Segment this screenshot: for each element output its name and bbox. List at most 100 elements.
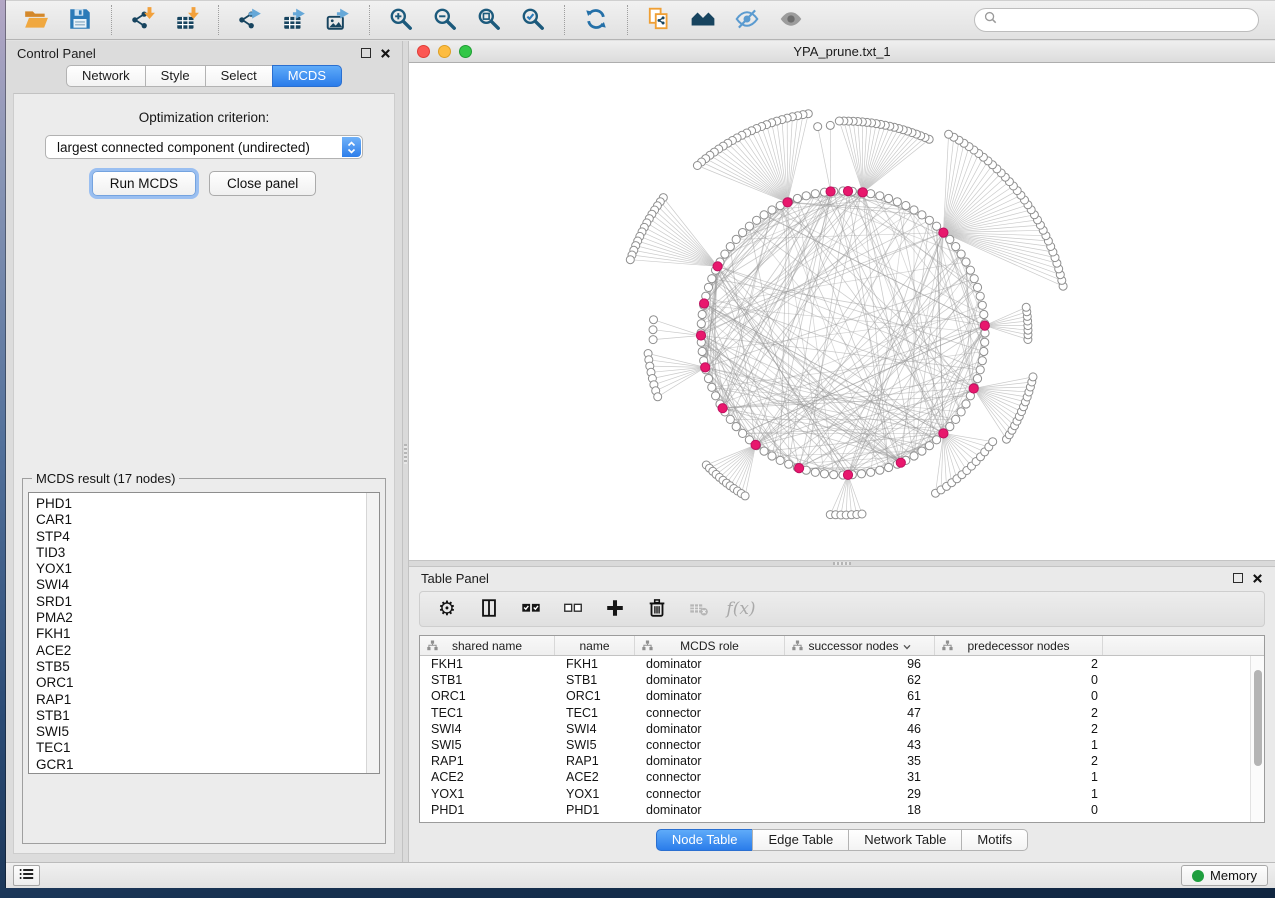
task-history-button[interactable] — [13, 865, 40, 886]
deselect-all-button[interactable] — [559, 595, 587, 623]
mcds-result-item[interactable]: STB5 — [36, 659, 379, 675]
search-input[interactable] — [1002, 13, 1249, 28]
mcds-result-item[interactable]: STB1 — [36, 708, 379, 724]
mcds-result-title: MCDS result (17 nodes) — [32, 471, 179, 486]
first-neighbors-button[interactable] — [686, 4, 720, 36]
table-row[interactable]: YOX1YOX1connector291 — [420, 786, 1264, 802]
close-panel-icon[interactable] — [380, 48, 391, 59]
zoom-in-button[interactable] — [384, 4, 418, 36]
import-table-button[interactable] — [170, 4, 204, 36]
table-scrollbar-thumb[interactable] — [1254, 670, 1262, 766]
network-canvas[interactable] — [409, 63, 1275, 560]
table-row[interactable]: ACE2ACE2connector311 — [420, 769, 1264, 785]
memory-button[interactable]: Memory — [1181, 865, 1268, 886]
table-cell: YOX1 — [555, 786, 635, 802]
zoom-in-icon — [388, 6, 414, 35]
add-row-button[interactable] — [601, 595, 629, 623]
function-builder-button: f(x) — [727, 595, 755, 623]
zoom-selected-button[interactable] — [516, 4, 550, 36]
column-header-successor-nodes[interactable]: successor nodes — [785, 636, 935, 655]
table-row[interactable]: PHD1PHD1dominator180 — [420, 802, 1264, 818]
tab-mcds[interactable]: MCDS — [272, 65, 342, 87]
zoom-fit-button[interactable] — [472, 4, 506, 36]
mcds-result-item[interactable]: RAP1 — [36, 692, 379, 708]
columns-button[interactable] — [475, 595, 503, 623]
mcds-result-item[interactable]: TID3 — [36, 545, 379, 561]
export-network-button[interactable] — [233, 4, 267, 36]
vertical-splitter-handle[interactable] — [404, 444, 407, 464]
duplicate-network-button[interactable] — [642, 4, 676, 36]
export-table-button[interactable] — [277, 4, 311, 36]
export-network-icon — [237, 6, 263, 35]
column-header-label: shared name — [452, 639, 522, 653]
table-row[interactable]: STB1STB1dominator620 — [420, 672, 1264, 688]
column-header-mcds-role[interactable]: MCDS role — [635, 636, 785, 655]
export-image-button[interactable] — [321, 4, 355, 36]
criterion-value: largest connected component (undirected) — [57, 140, 310, 155]
table-row[interactable]: TEC1TEC1connector472 — [420, 705, 1264, 721]
tab-style[interactable]: Style — [145, 65, 206, 87]
table-cell: connector — [635, 705, 785, 721]
mcds-result-item[interactable]: SWI4 — [36, 577, 379, 593]
mcds-result-item[interactable]: STP4 — [36, 529, 379, 545]
table-cell: 43 — [785, 737, 935, 753]
tab-node-table[interactable]: Node Table — [656, 829, 754, 851]
hide-selected-button[interactable] — [730, 4, 764, 36]
mcds-result-item[interactable]: ORC1 — [36, 675, 379, 691]
show-all-button[interactable] — [774, 4, 808, 36]
horizontal-splitter[interactable] — [409, 560, 1275, 567]
sort-chevron-icon[interactable] — [903, 639, 911, 653]
mcds-result-item[interactable]: SWI5 — [36, 724, 379, 740]
mcds-result-item[interactable]: TEC1 — [36, 740, 379, 756]
refresh-button[interactable] — [579, 4, 613, 36]
tab-select[interactable]: Select — [205, 65, 273, 87]
import-network-button[interactable] — [126, 4, 160, 36]
mcds-result-item[interactable]: YOX1 — [36, 561, 379, 577]
table-row[interactable]: SWI4SWI4dominator462 — [420, 721, 1264, 737]
mcds-result-item[interactable]: SRD1 — [36, 594, 379, 610]
open-file-button[interactable] — [19, 4, 53, 36]
attribute-type-icon — [427, 640, 438, 654]
criterion-dropdown[interactable]: largest connected component (undirected) — [45, 135, 363, 159]
table-tabs: Node TableEdge TableNetwork TableMotifs — [409, 829, 1275, 851]
delete-row-button[interactable] — [643, 595, 671, 623]
mcds-result-item[interactable]: PMA2 — [36, 610, 379, 626]
table-row[interactable]: RAP1RAP1dominator352 — [420, 753, 1264, 769]
close-table-panel-icon[interactable] — [1252, 573, 1263, 584]
tab-motifs[interactable]: Motifs — [961, 829, 1028, 851]
float-panel-icon[interactable] — [361, 48, 371, 58]
select-all-button[interactable] — [517, 595, 545, 623]
column-header-name[interactable]: name — [555, 636, 635, 655]
column-header-shared-name[interactable]: shared name — [420, 636, 555, 655]
horizontal-splitter-handle[interactable] — [833, 562, 851, 565]
tab-network[interactable]: Network — [66, 65, 146, 87]
table-row[interactable]: SWI5SWI5connector431 — [420, 737, 1264, 753]
settings-icon: ⚙ — [438, 599, 456, 619]
mcds-result-item[interactable]: PHD1 — [36, 496, 379, 512]
vertical-splitter[interactable] — [402, 41, 409, 862]
tab-network-table[interactable]: Network Table — [848, 829, 962, 851]
mcds-result-item[interactable]: ACE2 — [36, 643, 379, 659]
run-mcds-button[interactable]: Run MCDS — [92, 171, 196, 196]
search-box[interactable] — [974, 8, 1259, 32]
column-header-predecessor-nodes[interactable]: predecessor nodes — [935, 636, 1103, 655]
mcds-result-item[interactable]: FKH1 — [36, 626, 379, 642]
settings-button[interactable]: ⚙ — [433, 595, 461, 623]
zoom-out-button[interactable] — [428, 4, 462, 36]
delete-table-icon — [688, 597, 710, 622]
close-panel-button[interactable]: Close panel — [209, 171, 316, 196]
table-row[interactable]: FKH1FKH1dominator962 — [420, 656, 1264, 672]
mcds-list-scrollbar[interactable] — [366, 493, 379, 773]
tab-edge-table[interactable]: Edge Table — [752, 829, 849, 851]
table-row[interactable]: ORC1ORC1dominator610 — [420, 688, 1264, 704]
save-session-button[interactable] — [63, 4, 97, 36]
table-cell: YOX1 — [420, 786, 555, 802]
mcds-result-item[interactable]: GCR1 — [36, 757, 379, 773]
table-cell: dominator — [635, 672, 785, 688]
table-scrollbar[interactable] — [1250, 656, 1264, 822]
float-table-panel-icon[interactable] — [1233, 573, 1243, 583]
cytoscape-window: Control Panel NetworkStyleSelectMCDS Opt… — [6, 0, 1275, 888]
mcds-result-item[interactable]: CAR1 — [36, 512, 379, 528]
table-cell: ORC1 — [555, 688, 635, 704]
task-list-icon — [19, 868, 34, 883]
